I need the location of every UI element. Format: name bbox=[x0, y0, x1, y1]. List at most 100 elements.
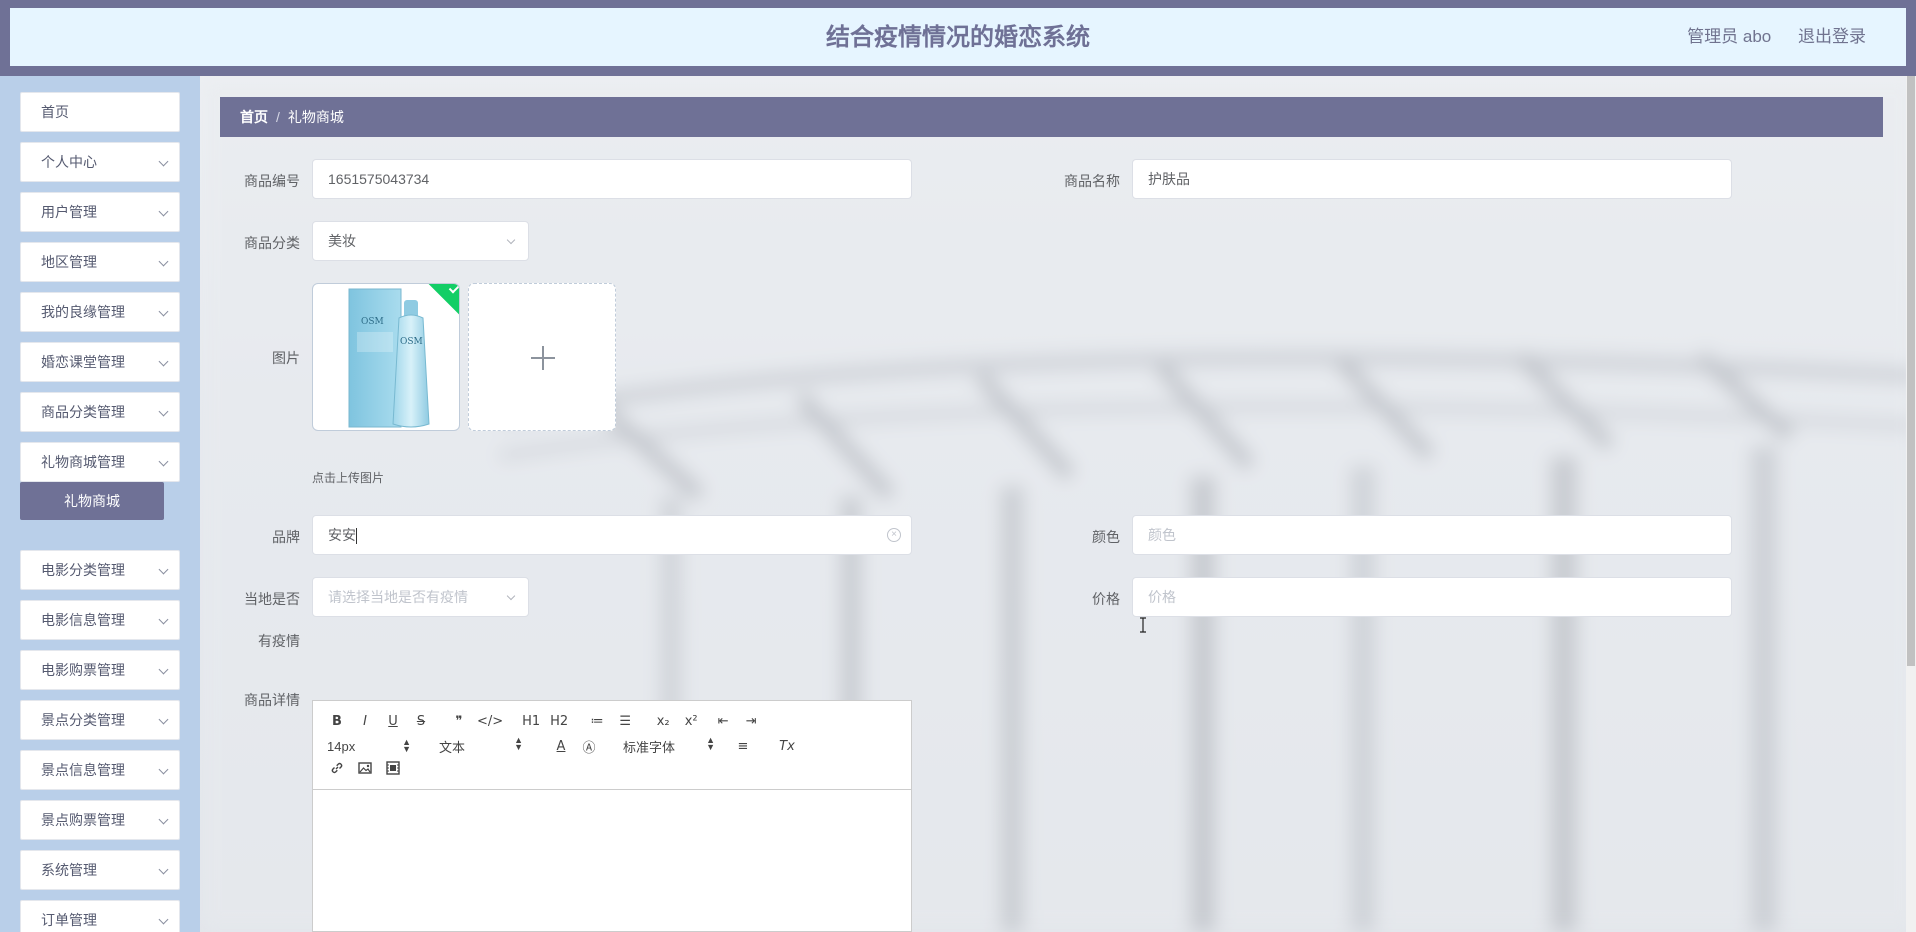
sidebar-item[interactable]: 景点分类管理 bbox=[20, 700, 180, 740]
epidemic-select-placeholder: 请选择当地是否有疫情 bbox=[328, 589, 468, 605]
sidebar-item-label: 用户管理 bbox=[41, 204, 97, 220]
sidebar-item-label: 婚恋课堂管理 bbox=[41, 354, 125, 370]
sidebar: 首页 个人中心 用户管理 地区管理 我的良缘管理 婚恋课堂管理 商品分类管理 礼物商城管理 电影… bbox=[0, 76, 200, 932]
bold-icon[interactable]: B bbox=[327, 714, 347, 729]
chevron-down-icon bbox=[158, 356, 169, 367]
scrollbar-thumb[interactable] bbox=[1907, 76, 1915, 666]
uploaded-image-card[interactable]: OSM OSM bbox=[312, 283, 460, 431]
image-label: 图片 bbox=[272, 350, 300, 366]
sidebar-item[interactable]: 婚恋课堂管理 bbox=[20, 342, 180, 382]
breadcrumb: 首页 / 礼物商城 bbox=[220, 97, 1883, 137]
chevron-down-icon bbox=[158, 764, 169, 775]
sidebar-item[interactable]: 电影分类管理 bbox=[20, 550, 180, 590]
brand-input[interactable]: 安安 × bbox=[312, 515, 912, 555]
chevron-down-icon bbox=[158, 914, 169, 925]
sidebar-item[interactable]: 商品分类管理 bbox=[20, 392, 180, 432]
scrollbar[interactable] bbox=[1906, 76, 1916, 932]
strike-icon[interactable]: S bbox=[411, 714, 431, 729]
blockquote-icon[interactable]: ❞ bbox=[449, 714, 469, 729]
h2-icon[interactable]: H2 bbox=[549, 714, 569, 729]
superscript-icon[interactable]: x² bbox=[681, 714, 701, 729]
subscript-icon[interactable]: x₂ bbox=[653, 714, 673, 729]
logout-button[interactable]: 退出登录 bbox=[1798, 27, 1866, 46]
font-size-value: 14px bbox=[327, 738, 356, 754]
sidebar-item-label: 礼物商城管理 bbox=[41, 454, 125, 470]
link-icon[interactable] bbox=[327, 761, 347, 779]
h1-icon[interactable]: H1 bbox=[521, 714, 541, 729]
sidebar-item[interactable]: 首页 bbox=[20, 92, 180, 132]
sidebar-item-label: 个人中心 bbox=[41, 154, 97, 170]
sidebar-item[interactable]: 景点信息管理 bbox=[20, 750, 180, 790]
name-input[interactable]: 护肤品 bbox=[1132, 159, 1732, 199]
header-picker-value: 文本 bbox=[439, 739, 466, 755]
sidebar-subitem-gift-mall[interactable]: 礼物商城 bbox=[20, 482, 164, 520]
top-bar: 结合疫情情况的婚恋系统 管理员 abo 退出登录 bbox=[0, 0, 1916, 76]
sidebar-item-label: 首页 bbox=[41, 104, 69, 120]
upload-add-button[interactable] bbox=[468, 283, 616, 431]
chevron-down-icon bbox=[506, 591, 516, 601]
sidebar-item-label: 景点购票管理 bbox=[41, 812, 125, 828]
sidebar-item-label: 电影分类管理 bbox=[41, 562, 125, 578]
italic-icon[interactable]: I bbox=[355, 714, 375, 729]
indent-icon[interactable]: ⇥ bbox=[741, 714, 761, 729]
video-icon[interactable] bbox=[383, 761, 403, 779]
chevron-down-icon bbox=[506, 235, 516, 245]
mouse-cursor-icon bbox=[1140, 617, 1146, 633]
code-icon[interactable]: </> bbox=[477, 714, 503, 729]
sidebar-item[interactable]: 订单管理 bbox=[20, 900, 180, 932]
outdent-icon[interactable]: ⇤ bbox=[713, 714, 733, 729]
brand-input-value: 安安 bbox=[328, 527, 356, 543]
underline-icon[interactable]: U bbox=[383, 714, 403, 729]
color-input[interactable]: 颜色 bbox=[1132, 515, 1732, 555]
toolbar-row-2: 14px ▲ ▼ 文本 ▲ ▼ A Ⓐ 标准字体 ▲ ▼ ≡ Tx bbox=[327, 735, 805, 756]
sidebar-item[interactable]: 电影购票管理 bbox=[20, 650, 180, 690]
toolbar-row-3 bbox=[327, 760, 411, 780]
chevron-down-icon bbox=[158, 306, 169, 317]
epidemic-label-line2: 有疫情 bbox=[258, 633, 300, 649]
font-color-icon[interactable]: A bbox=[551, 739, 571, 754]
user-area: 管理员 abo 退出登录 bbox=[1665, 8, 1866, 66]
ordered-list-icon[interactable]: ≔ bbox=[587, 714, 607, 729]
toolbar-row-1: B I U S ❞ </> H1 H2 ≔ ☰ x₂ x² ⇤ ⇥ bbox=[327, 711, 769, 731]
category-select[interactable]: 美妆 bbox=[312, 221, 529, 261]
epidemic-select[interactable]: 请选择当地是否有疫情 bbox=[312, 577, 529, 617]
font-size-picker[interactable]: 14px ▲ ▼ bbox=[327, 737, 411, 754]
text-caret bbox=[356, 528, 357, 545]
product-image: OSM OSM bbox=[348, 288, 430, 428]
sidebar-item[interactable]: 礼物商城管理 bbox=[20, 442, 180, 482]
header-picker[interactable]: 文本 ▲ ▼ bbox=[439, 735, 523, 756]
bullet-list-icon[interactable]: ☰ bbox=[615, 714, 635, 729]
chevron-down-icon bbox=[158, 406, 169, 417]
category-label: 商品分类 bbox=[244, 235, 300, 251]
price-label: 价格 bbox=[1092, 591, 1120, 607]
editor-content-area[interactable] bbox=[313, 791, 911, 931]
image-icon[interactable] bbox=[355, 761, 375, 779]
sidebar-item[interactable]: 系统管理 bbox=[20, 850, 180, 890]
color-label: 颜色 bbox=[1092, 529, 1120, 545]
brand-label: 品牌 bbox=[272, 529, 300, 545]
editor-toolbar: B I U S ❞ </> H1 H2 ≔ ☰ x₂ x² ⇤ ⇥ 14px ▲ ▼ 文本 ▲ ▼ A Ⓐ 标准字… bbox=[313, 701, 911, 790]
breadcrumb-current: 礼物商城 bbox=[287, 109, 344, 125]
price-input[interactable]: 价格 bbox=[1132, 577, 1732, 617]
sidebar-item-label: 我的良缘管理 bbox=[41, 304, 125, 320]
breadcrumb-home[interactable]: 首页 bbox=[240, 109, 268, 125]
chevron-down-icon bbox=[158, 206, 169, 217]
admin-user-label[interactable]: 管理员 abo bbox=[1687, 27, 1771, 46]
clear-icon[interactable]: × bbox=[887, 528, 901, 542]
background-color-icon[interactable]: Ⓐ bbox=[579, 737, 599, 756]
sidebar-item[interactable]: 景点购票管理 bbox=[20, 800, 180, 840]
chevron-down-icon bbox=[158, 714, 169, 725]
clear-format-icon[interactable]: Tx bbox=[777, 739, 797, 754]
chevron-down-icon bbox=[158, 256, 169, 267]
sidebar-item[interactable]: 用户管理 bbox=[20, 192, 180, 232]
sidebar-item[interactable]: 电影信息管理 bbox=[20, 600, 180, 640]
sidebar-item[interactable]: 地区管理 bbox=[20, 242, 180, 282]
sidebar-item[interactable]: 我的良缘管理 bbox=[20, 292, 180, 332]
font-family-picker[interactable]: 标准字体 ▲ ▼ bbox=[623, 735, 715, 756]
rich-text-editor[interactable]: B I U S ❞ </> H1 H2 ≔ ☰ x₂ x² ⇤ ⇥ 14px ▲ ▼ 文本 ▲ ▼ A Ⓐ 标准字… bbox=[312, 700, 912, 932]
sidebar-item-label: 系统管理 bbox=[41, 862, 97, 878]
code-input[interactable]: 1651575043734 bbox=[312, 159, 912, 199]
sidebar-item[interactable]: 个人中心 bbox=[20, 142, 180, 182]
chevron-down-icon bbox=[158, 564, 169, 575]
align-icon[interactable]: ≡ bbox=[733, 739, 753, 754]
